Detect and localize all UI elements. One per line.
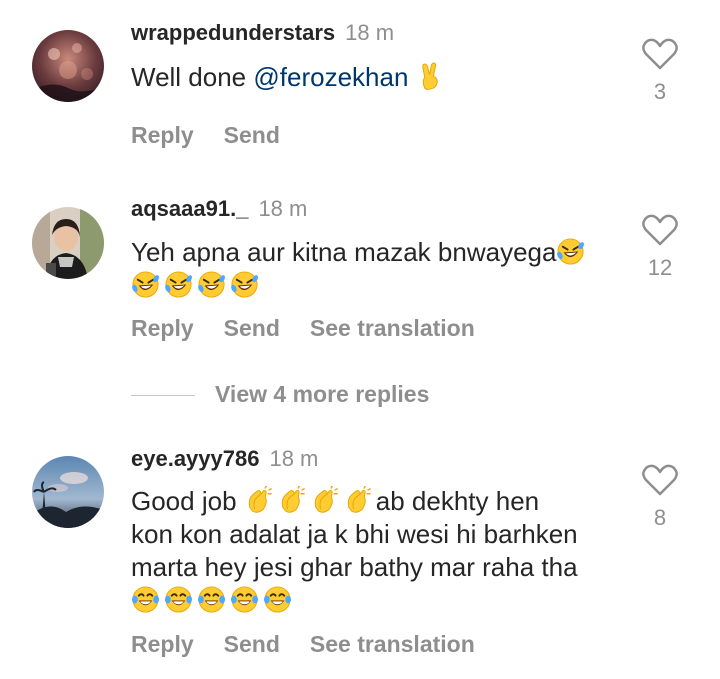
reply-button[interactable]: Reply <box>131 122 194 148</box>
username[interactable]: eye.ayyy786 <box>131 446 259 471</box>
clapping-hands-emoji <box>281 486 305 513</box>
victory-hand-emoji <box>421 62 438 90</box>
comment-meta: aqsaaa91._ 18 m <box>131 196 307 222</box>
heart-icon[interactable] <box>642 464 678 496</box>
avatar[interactable] <box>32 30 104 102</box>
comment-text-line2: kon kon adalat ja k bhi wesi hi barhken <box>131 519 578 549</box>
send-button[interactable]: Send <box>224 315 280 341</box>
comment-text-prefix: Good job <box>131 486 237 516</box>
comment-meta: eye.ayyy786 18 m <box>131 446 318 472</box>
rolling-laughing-emoji <box>164 270 193 299</box>
send-button[interactable]: Send <box>224 122 280 148</box>
comment-text-suffix: ab dekhty hen <box>375 486 540 516</box>
comment-actions: Reply Send See translation <box>131 631 505 658</box>
like-count: 8 <box>653 505 667 530</box>
comment-text-line3: marta hey jesi ghar bathy mar raha tha <box>131 552 578 582</box>
timestamp: 18 m <box>345 20 395 45</box>
see-translation-button[interactable]: See translation <box>310 315 475 341</box>
reply-button[interactable]: Reply <box>131 631 194 657</box>
heart-icon[interactable] <box>642 214 678 246</box>
like-count: 3 <box>653 79 667 104</box>
comment-text-prefix: Well done <box>131 62 254 92</box>
comment-actions: Reply Send <box>131 122 310 149</box>
mention-link[interactable]: @ferozekhan <box>253 62 408 92</box>
avatar[interactable] <box>32 207 104 279</box>
clapping-hands-emoji <box>314 486 338 513</box>
reply-button[interactable]: Reply <box>131 315 194 341</box>
send-button[interactable]: Send <box>224 631 280 657</box>
comment-text: Well done @ferozekhan <box>131 61 621 94</box>
rolling-laughing-emoji <box>230 270 259 299</box>
tears-of-joy-emoji <box>131 585 160 614</box>
tears-of-joy-emoji <box>197 585 226 614</box>
clapping-hands-emoji <box>248 486 272 513</box>
divider-line <box>131 395 195 396</box>
view-more-replies-label[interactable]: View 4 more replies <box>215 381 429 408</box>
rolling-laughing-emoji <box>556 237 586 266</box>
rolling-laughing-emoji <box>197 270 226 299</box>
view-more-replies[interactable]: View 4 more replies <box>131 381 531 413</box>
comment-meta: wrappedunderstars 18 m <box>131 20 394 46</box>
username[interactable]: aqsaaa91._ <box>131 196 248 221</box>
like-control[interactable]: 12 <box>636 214 684 281</box>
see-translation-button[interactable]: See translation <box>310 631 475 657</box>
tears-of-joy-emoji <box>263 585 292 614</box>
rolling-laughing-emoji <box>131 270 160 299</box>
avatar[interactable] <box>32 456 104 528</box>
clapping-hands-emoji <box>347 486 371 513</box>
like-control[interactable]: 8 <box>636 464 684 531</box>
heart-icon[interactable] <box>642 38 678 70</box>
comment-actions: Reply Send See translation <box>131 315 505 342</box>
username[interactable]: wrappedunderstars <box>131 20 335 45</box>
comment-text: Yeh apna aur kitna mazak bnwayega <box>131 236 621 302</box>
comment-text: Good job ab dekhty hen kon kon adalat ja… <box>131 485 621 617</box>
comment-text-main: Yeh apna aur kitna mazak bnwayega <box>131 237 557 267</box>
timestamp: 18 m <box>258 196 308 221</box>
tears-of-joy-emoji <box>164 585 193 614</box>
timestamp: 18 m <box>269 446 319 471</box>
tears-of-joy-emoji <box>230 585 259 614</box>
like-control[interactable]: 3 <box>636 38 684 105</box>
like-count: 12 <box>647 255 673 280</box>
